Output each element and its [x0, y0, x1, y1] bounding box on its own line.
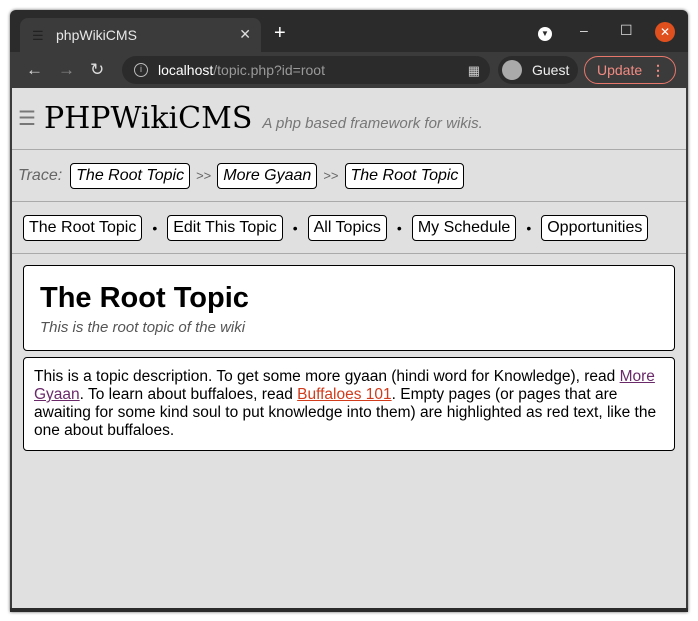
trace-label: Trace: — [18, 166, 63, 184]
topic-title: The Root Topic — [40, 282, 249, 314]
close-tab-icon[interactable]: ✕ — [239, 26, 251, 43]
browser-toolbar: ← → ↻ i localhost/topic.php?id=root ▦ Gu… — [10, 52, 688, 88]
menu-separator: • — [526, 219, 532, 236]
maximize-button[interactable]: ☐ — [620, 22, 633, 39]
link-buffaloes-101[interactable]: Buffaloes 101 — [297, 386, 392, 403]
topic-title-box: The Root Topic This is the root topic of… — [23, 265, 675, 351]
forward-icon[interactable]: → — [58, 60, 75, 80]
address-bar[interactable]: i localhost/topic.php?id=root ▦ — [122, 56, 490, 84]
menu-edit-topic[interactable]: Edit This Topic — [167, 214, 283, 241]
back-icon[interactable]: ← — [26, 60, 43, 80]
minimize-button[interactable]: – — [580, 22, 588, 38]
trace-item[interactable]: The Root Topic — [344, 162, 465, 189]
breadcrumb: Trace: The Root Topic >> More Gyaan >> T… — [12, 150, 686, 202]
reload-icon[interactable]: ↻ — [90, 60, 104, 80]
update-button[interactable]: Update ⋮ — [584, 56, 676, 84]
browser-window: ☰ phpWikiCMS ✕ + ▼ – ☐ ✕ ← → ↻ i localho… — [10, 10, 688, 612]
tab-bar: ☰ phpWikiCMS ✕ + ▼ – ☐ ✕ — [10, 10, 688, 52]
page-content: ☰ PHPWikiCMS A php based framework for w… — [10, 88, 688, 608]
trace-separator: >> — [196, 168, 212, 183]
update-label: Update — [597, 62, 643, 78]
info-icon[interactable]: i — [134, 63, 148, 77]
new-tab-button[interactable]: + — [274, 22, 286, 45]
menu-separator: • — [396, 219, 402, 236]
menu-my-schedule[interactable]: My Schedule — [411, 214, 517, 241]
books-icon: ☰ — [32, 28, 44, 43]
browser-tab[interactable]: ☰ phpWikiCMS ✕ — [20, 18, 261, 52]
trace-item[interactable]: The Root Topic — [70, 162, 191, 189]
menu-opportunities[interactable]: Opportunities — [541, 214, 649, 241]
tab-title: phpWikiCMS — [56, 27, 137, 43]
more-menu-icon[interactable]: ⋮ — [651, 62, 665, 79]
close-window-button[interactable]: ✕ — [655, 22, 675, 42]
menu-all-topics[interactable]: All Topics — [307, 214, 387, 241]
site-tagline: A php based framework for wikis. — [262, 115, 483, 132]
menu-separator: • — [152, 219, 158, 236]
url-path: /topic.php?id=root — [213, 62, 325, 78]
tab-search-icon[interactable]: ▼ — [538, 27, 552, 41]
trace-item[interactable]: More Gyaan — [217, 162, 318, 189]
desc-text: This is a topic description. To get some… — [34, 368, 620, 385]
menu-separator: • — [292, 219, 298, 236]
site-title: PHPWikiCMS — [43, 101, 253, 136]
profile-button[interactable]: Guest — [498, 56, 578, 84]
url-host: localhost — [158, 62, 214, 78]
site-header: ☰ PHPWikiCMS A php based framework for w… — [12, 88, 686, 150]
qr-code-icon[interactable]: ▦ — [468, 63, 480, 79]
desc-text: . To learn about buffaloes, read — [79, 386, 298, 403]
trace-separator: >> — [323, 168, 339, 183]
avatar-icon — [502, 60, 522, 80]
topic-subtitle: This is the root topic of the wiki — [40, 319, 246, 336]
profile-label: Guest — [532, 62, 570, 78]
books-logo-icon: ☰ — [18, 108, 36, 130]
main-menu: The Root Topic • Edit This Topic • All T… — [12, 202, 686, 254]
menu-root-topic[interactable]: The Root Topic — [23, 214, 143, 241]
topic-description: This is a topic description. To get some… — [23, 357, 675, 451]
